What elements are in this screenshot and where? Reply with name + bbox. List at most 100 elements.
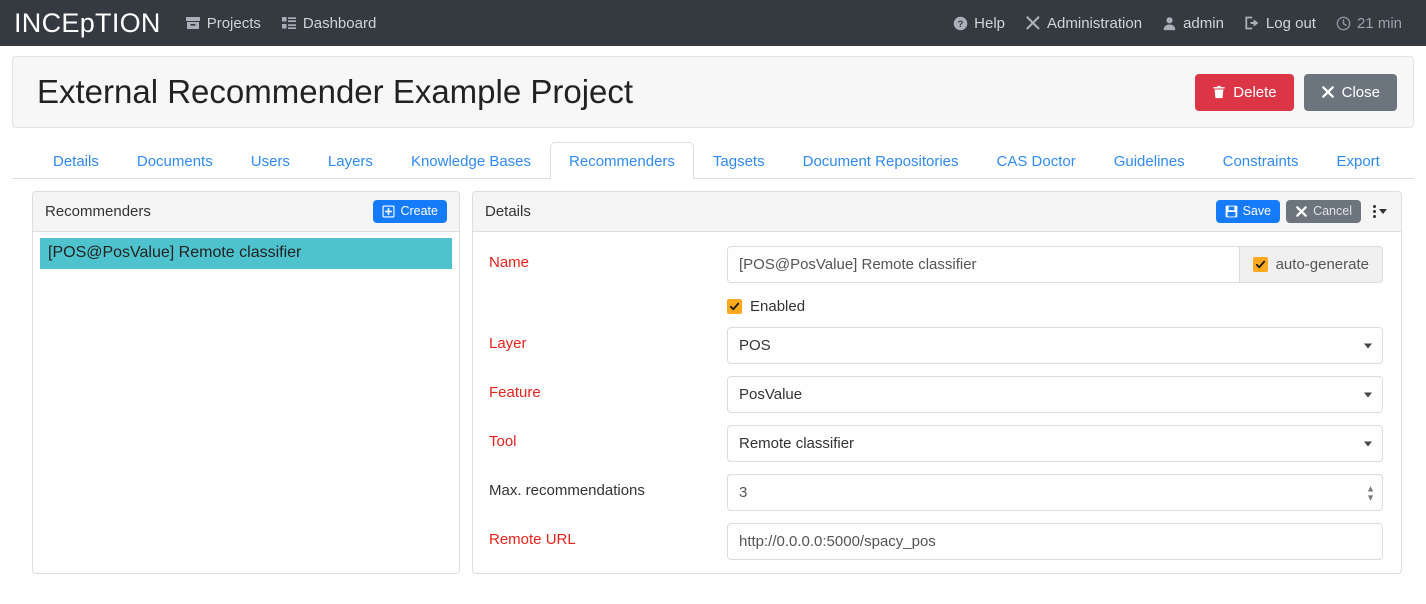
trainable-spacer (489, 572, 727, 573)
form-row-max-recommendations: Max. recommendations ▲ ▼ (489, 474, 1383, 511)
details-panel-heading: Details Save Cancel (473, 192, 1401, 232)
session-timer-label: 21 min (1356, 14, 1402, 32)
cancel-button[interactable]: Cancel (1286, 200, 1361, 223)
close-button-label: Close (1341, 83, 1380, 101)
remote-url-field-wrap (727, 523, 1383, 560)
tab-users[interactable]: Users (232, 142, 309, 179)
nav-link-dashboard-label: Dashboard (302, 14, 377, 32)
layer-field-wrap: POS (727, 327, 1383, 364)
tab-cas-doctor[interactable]: CAS Doctor (978, 142, 1095, 179)
save-button-label: Save (1242, 204, 1272, 219)
plus-square-icon (382, 205, 395, 218)
max-recommendations-label: Max. recommendations (489, 482, 645, 499)
project-settings-tabs: Details Documents Users Layers Knowledge… (12, 142, 1414, 179)
close-icon (1321, 85, 1335, 99)
trainable-field-wrap: Trainable (727, 572, 1383, 573)
feature-select-wrap: PosValue (727, 376, 1383, 413)
enabled-checkbox[interactable] (727, 299, 742, 314)
max-recommendations-input[interactable] (727, 474, 1383, 511)
recommender-details-panel: Details Save Cancel Name [POS@PosValue] … (472, 191, 1402, 574)
tab-layers[interactable]: Layers (309, 142, 392, 179)
form-row-remote-url: Remote URL (489, 523, 1383, 560)
trainable-checkbox-row[interactable]: Trainable (727, 572, 812, 573)
cancel-x-icon (1295, 205, 1308, 218)
nav-link-projects[interactable]: Projects (175, 9, 271, 38)
project-header-actions: Delete Close (1195, 73, 1399, 111)
project-header-panel: External Recommender Example Project Del… (12, 56, 1414, 128)
recommenders-panel-heading: Recommenders Create (33, 192, 459, 232)
form-row-name: Name auto-generate (489, 246, 1383, 283)
auto-generate-addon[interactable]: auto-generate (1238, 246, 1383, 283)
name-input-group: auto-generate (727, 246, 1383, 283)
sign-out-icon (1244, 15, 1260, 31)
recommender-form: Name auto-generate (473, 232, 1401, 573)
enabled-checkbox-row[interactable]: Enabled (727, 295, 805, 315)
auto-generate-checkbox[interactable] (1252, 257, 1268, 272)
form-row-layer: Layer POS (489, 327, 1383, 364)
dashboard-icon (281, 15, 297, 31)
question-circle-icon: ? (953, 16, 968, 31)
navbar-left-section: INCEpTION Projects Dashboard (8, 9, 386, 38)
form-row-feature: Feature PosValue (489, 376, 1383, 413)
tab-details[interactable]: Details (34, 142, 118, 179)
form-row-tool: Tool Remote classifier (489, 425, 1383, 462)
app-brand[interactable]: INCEpTION (8, 9, 175, 37)
list-item[interactable]: [POS@PosValue] Remote classifier (40, 238, 452, 269)
recommenders-list-panel: Recommenders Create [POS@PosValue] Remot… (32, 191, 460, 574)
enabled-label: Enabled (750, 298, 806, 315)
nav-link-dashboard[interactable]: Dashboard (271, 9, 386, 38)
tab-guidelines[interactable]: Guidelines (1095, 142, 1204, 179)
enabled-spacer (489, 295, 727, 303)
tab-constraints[interactable]: Constraints (1204, 142, 1318, 179)
stepper-up-icon[interactable]: ▲ (1366, 484, 1375, 493)
tool-select-wrap: Remote classifier (727, 425, 1383, 462)
remote-url-label: Remote URL (489, 531, 576, 548)
tab-export[interactable]: Export (1317, 142, 1398, 179)
layer-select[interactable]: POS (727, 327, 1383, 364)
save-button[interactable]: Save (1215, 200, 1281, 223)
clock-icon (1336, 16, 1351, 31)
create-recommender-label: Create (400, 204, 438, 219)
session-timer: 21 min (1326, 9, 1412, 38)
layer-label: Layer (489, 335, 527, 352)
recommenders-list: [POS@PosValue] Remote classifier (33, 238, 459, 269)
page-title: External Recommender Example Project (37, 73, 634, 111)
name-input[interactable] (727, 246, 1239, 283)
overflow-menu-button[interactable] (1367, 201, 1389, 222)
tab-document-repositories[interactable]: Document Repositories (784, 142, 978, 179)
trash-icon (1212, 85, 1226, 99)
stepper-icons[interactable]: ▲ ▼ (1366, 484, 1375, 502)
feature-select[interactable]: PosValue (727, 376, 1383, 413)
tab-knowledge-bases[interactable]: Knowledge Bases (392, 142, 550, 179)
tab-documents[interactable]: Documents (118, 142, 232, 179)
stepper-down-icon[interactable]: ▼ (1366, 493, 1375, 502)
feature-label: Feature (489, 384, 541, 401)
create-recommender-button[interactable]: Create (373, 200, 447, 223)
recommenders-content: Recommenders Create [POS@PosValue] Remot… (12, 179, 1414, 574)
nav-link-administration[interactable]: Administration (1015, 9, 1152, 38)
nav-link-help[interactable]: ? Help (943, 9, 1015, 38)
tool-field-wrap: Remote classifier (727, 425, 1383, 462)
layer-select-wrap: POS (727, 327, 1383, 364)
nav-link-projects-label: Projects (206, 14, 261, 32)
max-recommendations-field-wrap: ▲ ▼ (727, 474, 1383, 511)
nav-link-help-label: Help (974, 14, 1006, 32)
tools-icon (1025, 15, 1041, 31)
name-field-wrap: auto-generate (727, 246, 1383, 283)
details-panel-actions: Save Cancel (1215, 200, 1389, 223)
navbar-right-section: ? Help Administration admin Log out 21 m… (943, 9, 1412, 38)
nav-link-logout[interactable]: Log out (1234, 9, 1326, 38)
tool-select[interactable]: Remote classifier (727, 425, 1383, 462)
svg-text:?: ? (958, 18, 964, 28)
floppy-disk-icon (1225, 205, 1238, 218)
remote-url-input[interactable] (727, 523, 1383, 560)
top-navbar: INCEpTION Projects Dashboard ? Help Admi… (0, 0, 1426, 46)
delete-button[interactable]: Delete (1195, 73, 1294, 111)
tab-tagsets[interactable]: Tagsets (694, 142, 784, 179)
feature-field-wrap: PosValue (727, 376, 1383, 413)
nav-link-user[interactable]: admin (1152, 9, 1234, 38)
close-button[interactable]: Close (1303, 73, 1397, 111)
nav-link-administration-label: Administration (1047, 14, 1143, 32)
archive-icon (185, 15, 201, 31)
tab-recommenders[interactable]: Recommenders (550, 142, 694, 179)
